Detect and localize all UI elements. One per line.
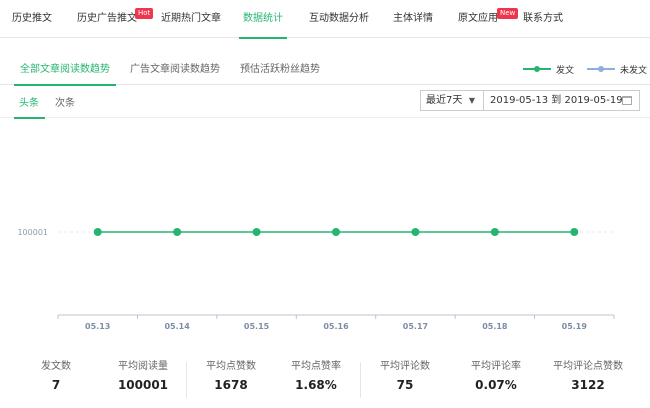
date-range-picker[interactable]: 2019-05-13 到 2019-05-19: [484, 90, 640, 111]
data-point: [252, 228, 261, 236]
stat-post-count: 发文数 7: [26, 358, 86, 394]
stat-value: 7: [51, 378, 61, 392]
stat-label: 发文数: [41, 361, 71, 372]
stats-summary: 发文数 7 平均阅读量 100001 平均点赞数 1678 平均点赞率 1.68…: [0, 358, 650, 403]
stat-avg-like-rate: 平均点赞率 1.68%: [283, 358, 349, 394]
stat-label: 平均评论点赞数: [553, 361, 623, 372]
stats-divider: [360, 362, 361, 398]
nav-data-statistics[interactable]: 数据统计: [239, 0, 287, 39]
x-tick-label: 05.14: [164, 322, 190, 331]
stat-label: 平均阅读量: [118, 361, 168, 372]
nav-history-ad-posts[interactable]: 历史广告推文: [77, 0, 137, 38]
legend-published-label: 发文: [556, 65, 575, 76]
range-select[interactable]: 最近7天 ▼: [420, 90, 484, 111]
y-tick-label: 100001: [17, 228, 48, 237]
stat-value: 0.07%: [475, 378, 517, 392]
legend-published[interactable]: 发文: [523, 62, 574, 76]
stat-value: 3122: [571, 378, 605, 392]
tab-headline[interactable]: 头条: [14, 92, 45, 119]
x-tick-label: 05.13: [85, 322, 110, 331]
top-nav: 历史推文 历史广告推文 Hot 近期热门文章 数据统计 互动数据分析 主体详情 …: [0, 0, 650, 39]
tab-secondary[interactable]: 次条: [55, 92, 75, 118]
data-point: [490, 228, 499, 236]
range-select-value: 最近7天: [426, 95, 463, 106]
calendar-icon: [622, 96, 632, 105]
x-tick-label: 05.18: [482, 322, 508, 331]
tab-all-articles-trend[interactable]: 全部文章阅读数趋势: [14, 58, 116, 86]
stat-label: 平均评论数: [380, 361, 430, 372]
legend-unpublished[interactable]: 未发文: [587, 62, 647, 76]
stat-value: 1678: [214, 378, 248, 392]
stat-avg-comment-rate: 平均评论率 0.07%: [463, 358, 529, 394]
stat-avg-comments: 平均评论数 75: [372, 358, 438, 394]
stat-label: 平均点赞率: [291, 361, 341, 372]
data-point: [332, 228, 340, 236]
legend-unpublished-label: 未发文: [620, 65, 648, 76]
nav-entity-details[interactable]: 主体详情: [393, 0, 433, 38]
nav-interaction-analysis[interactable]: 互动数据分析: [309, 0, 369, 38]
date-range-value: 2019-05-13 到 2019-05-19: [490, 95, 623, 106]
stat-label: 平均评论率: [471, 361, 521, 372]
stat-value: 100001: [117, 378, 169, 392]
legend-published-marker: [523, 66, 551, 72]
stat-value: 75: [396, 378, 414, 392]
data-point: [93, 228, 102, 236]
stat-avg-reads: 平均阅读量 100001: [108, 358, 178, 394]
tab-active-fans-trend[interactable]: 预估活跃粉丝趋势: [240, 58, 320, 85]
stat-label: 平均点赞数: [206, 361, 256, 372]
data-point: [173, 228, 182, 236]
stats-divider: [186, 362, 187, 398]
data-point: [570, 228, 579, 236]
stat-avg-comment-likes: 平均评论点赞数 3122: [548, 358, 628, 394]
x-tick-label: 05.16: [323, 322, 349, 331]
x-tick-label: 05.15: [244, 322, 270, 331]
nav-contact[interactable]: 联系方式: [523, 0, 563, 38]
reading-trend-chart: 100001 05.13 05.14 05.15 05.16 05.17 05.18 05.1…: [17, 228, 615, 331]
hot-badge: Hot: [135, 8, 154, 19]
data-point: [411, 228, 420, 236]
new-badge: New: [497, 8, 519, 19]
nav-original-apps[interactable]: 原文应用: [458, 0, 498, 38]
legend-unpublished-marker: [587, 66, 615, 72]
stat-avg-likes: 平均点赞数 1678: [198, 358, 264, 394]
caret-down-icon: ▼: [468, 96, 475, 105]
x-tick-label: 05.17: [403, 322, 428, 331]
nav-recent-hot-articles[interactable]: 近期热门文章: [161, 0, 221, 38]
stat-value: 1.68%: [295, 378, 337, 392]
nav-history-posts[interactable]: 历史推文: [12, 0, 52, 38]
x-tick-label: 05.19: [562, 322, 588, 331]
tab-ad-articles-trend[interactable]: 广告文章阅读数趋势: [130, 58, 220, 85]
